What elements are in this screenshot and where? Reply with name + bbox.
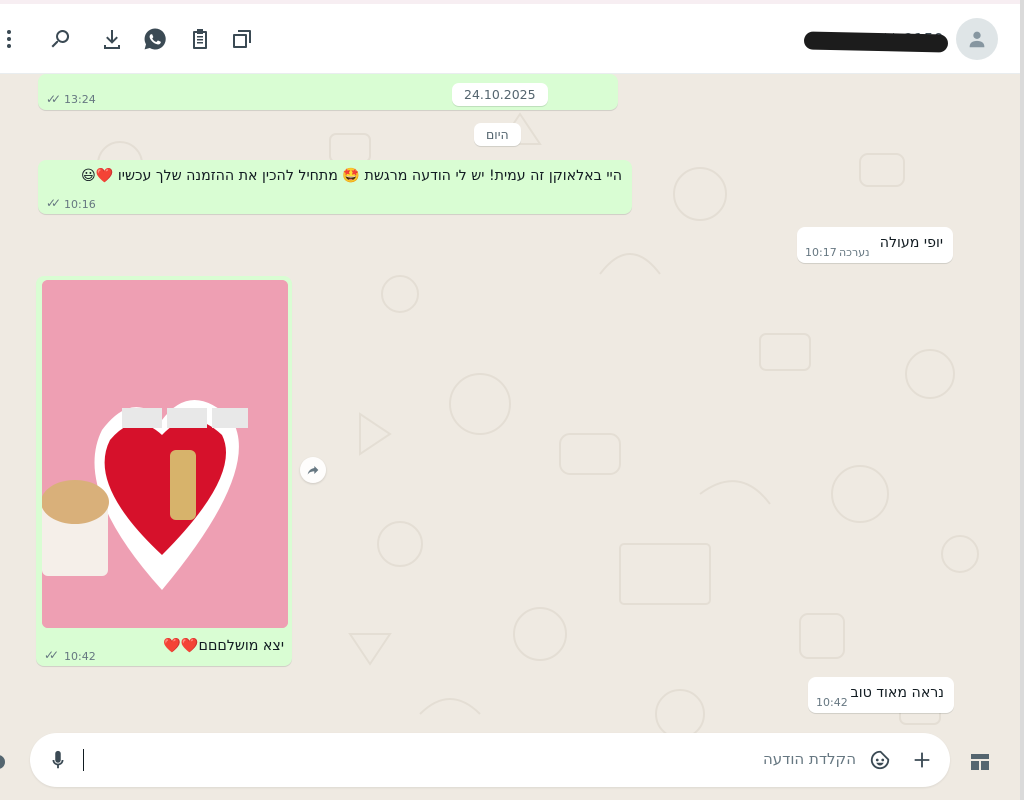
clipboard-icon[interactable]	[187, 26, 213, 52]
window-right-edge	[1020, 0, 1024, 800]
read-ticks-icon: ✓✓	[44, 648, 59, 662]
message-time: 13:24	[64, 93, 96, 106]
date-pill: 24.10.2025	[452, 83, 548, 106]
text-cursor	[83, 749, 84, 771]
date-separator-today: היום	[474, 123, 521, 146]
message-time: 10:42	[816, 696, 848, 709]
message-bubble-incoming[interactable]: יופי מעולה נערכה 10:17	[797, 227, 953, 263]
gift-box-image	[42, 280, 288, 628]
download-icon[interactable]	[99, 26, 125, 52]
message-text: נראה מאוד טוב	[850, 685, 944, 701]
message-time: 10:42	[64, 650, 96, 663]
mic-icon[interactable]	[46, 748, 70, 772]
message-time: 10:16	[64, 198, 96, 211]
message-time: 10:17	[805, 246, 837, 259]
message-input-placeholder[interactable]: הקלדת הודעה	[763, 750, 856, 768]
sticker-icon[interactable]	[868, 748, 892, 772]
message-composer[interactable]: הקלדת הודעה	[30, 733, 950, 787]
message-text: היי באלאוקן זה עמית! יש לי הודעה מרגשת 🤩…	[80, 168, 622, 184]
forward-icon[interactable]	[300, 457, 326, 483]
gift-box-photo[interactable]	[42, 280, 288, 628]
whatsapp-icon[interactable]	[142, 26, 168, 52]
image-caption: יצא מושלםםם❤️❤️	[163, 638, 284, 654]
copy-icon[interactable]	[229, 26, 255, 52]
read-ticks-icon: ✓✓	[46, 92, 61, 106]
emoji-edge-icon[interactable]	[0, 750, 8, 774]
read-ticks-icon: ✓✓	[46, 196, 61, 210]
avatar-icon	[969, 31, 985, 48]
layout-icon[interactable]	[968, 750, 992, 774]
plus-icon[interactable]	[910, 748, 934, 772]
avatar[interactable]	[956, 18, 998, 60]
edited-label: נערכה	[839, 246, 870, 259]
message-text: יופי מעולה	[879, 235, 943, 251]
search-icon[interactable]	[47, 26, 73, 52]
message-bubble-outgoing[interactable]: היי באלאוקן זה עמית! יש לי הודעה מרגשת 🤩…	[38, 160, 632, 214]
more-vertical-icon[interactable]	[0, 26, 22, 52]
redaction-mark	[803, 31, 949, 53]
chat-header: 972-50-***-2159	[0, 4, 1020, 74]
message-bubble-incoming[interactable]: נראה מאוד טוב 10:42	[808, 677, 954, 713]
